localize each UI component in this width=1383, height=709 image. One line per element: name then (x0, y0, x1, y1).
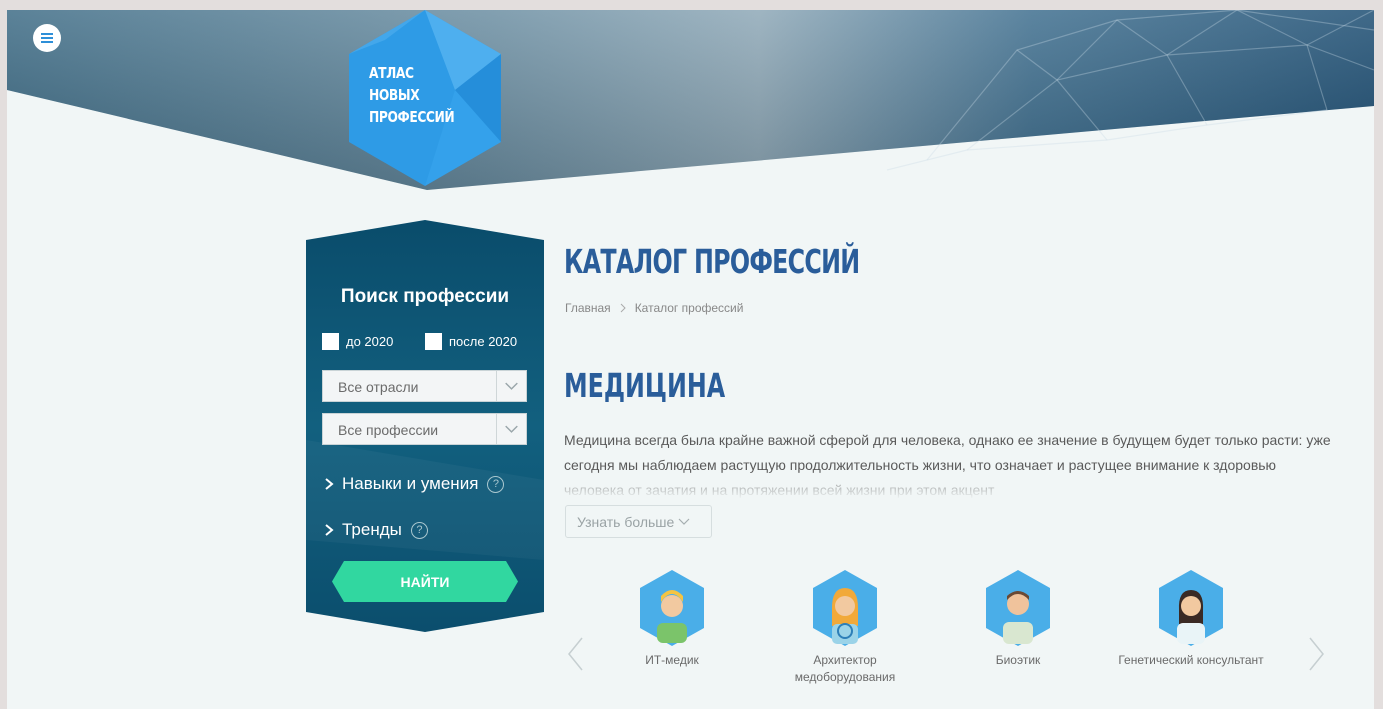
header-banner (7, 10, 1374, 190)
chevron-down-icon (496, 371, 518, 401)
page-title: КАТАЛОГ ПРОФЕССИЙ (564, 242, 860, 281)
breadcrumb-current: Каталог профессий (634, 301, 744, 315)
search-title: Поиск профессии (340, 286, 510, 307)
logo-line-3: ПРОФЕССИЙ (369, 108, 455, 126)
chevron-right-icon (325, 524, 334, 536)
skills-toggle[interactable]: Навыки и умения ? (322, 474, 505, 494)
menu-button[interactable] (33, 24, 61, 52)
section-title: МЕДИЦИНА (564, 366, 726, 405)
profession-card[interactable]: Биоэтик (938, 568, 1098, 669)
learn-more-label: Узнать больше (577, 513, 675, 530)
trends-toggle[interactable]: Тренды ? (322, 520, 428, 540)
industry-select[interactable]: Все отрасли (322, 370, 527, 402)
chevron-down-icon (678, 518, 690, 525)
skills-label: Навыки и умения (342, 474, 479, 493)
checkbox-box[interactable] (425, 333, 442, 350)
profession-card[interactable]: Архитектор медоборудования (765, 568, 925, 686)
logo-line-1: АТЛАС (369, 64, 414, 82)
it-medic-avatar (640, 570, 704, 646)
find-button[interactable]: НАЙТИ (332, 561, 518, 602)
search-panel: Поиск профессии до 2020 после 2020 Все о… (306, 220, 544, 632)
help-icon[interactable]: ? (410, 521, 428, 539)
checkbox-before-2020[interactable]: до 2020 (322, 333, 393, 350)
logo-text: АТЛАС НОВЫХ ПРОФЕССИЙ (369, 62, 473, 128)
checkbox-after-2020[interactable]: после 2020 (425, 333, 517, 350)
bioethicist-avatar (986, 570, 1050, 646)
chevron-right-icon (620, 303, 626, 313)
profession-select[interactable]: Все профессии (322, 413, 527, 445)
chevron-right-icon (325, 478, 334, 490)
profession-card[interactable]: ИТ-медик (592, 568, 752, 669)
carousel-prev-arrow[interactable] (564, 634, 586, 674)
hamburger-icon (41, 33, 53, 43)
industry-select-value: Все отрасли (338, 379, 419, 395)
profession-card[interactable]: Генетический консультант (1111, 568, 1271, 669)
profession-name: ИТ-медик (645, 653, 699, 667)
breadcrumb-home[interactable]: Главная (565, 301, 611, 315)
checkbox-after-label: после 2020 (449, 334, 518, 349)
logo-line-2: НОВЫХ (369, 86, 420, 104)
find-button-label: НАЙТИ (400, 574, 450, 590)
equipment-architect-avatar (813, 570, 877, 646)
breadcrumb: Главная Каталог профессий (565, 301, 743, 315)
profession-select-value: Все профессии (338, 422, 439, 438)
profession-name: Биоэтик (995, 653, 1041, 667)
learn-more-button[interactable]: Узнать больше (565, 505, 712, 538)
trends-label: Тренды (342, 520, 402, 539)
profession-name: Архитектор медоборудования (794, 653, 896, 684)
checkbox-before-label: до 2020 (346, 334, 394, 349)
genetic-consultant-avatar (1159, 570, 1223, 646)
profession-name: Генетический консультант (1118, 653, 1264, 667)
carousel-next-arrow[interactable] (1306, 634, 1328, 674)
page-frame: АТЛАС НОВЫХ ПРОФЕССИЙ Поиск профессии до… (7, 10, 1374, 709)
checkbox-box[interactable] (322, 333, 339, 350)
section-description: Медицина всегда была крайне важной сферо… (564, 428, 1336, 500)
help-icon[interactable]: ? (487, 475, 505, 493)
chevron-down-icon (496, 414, 518, 444)
